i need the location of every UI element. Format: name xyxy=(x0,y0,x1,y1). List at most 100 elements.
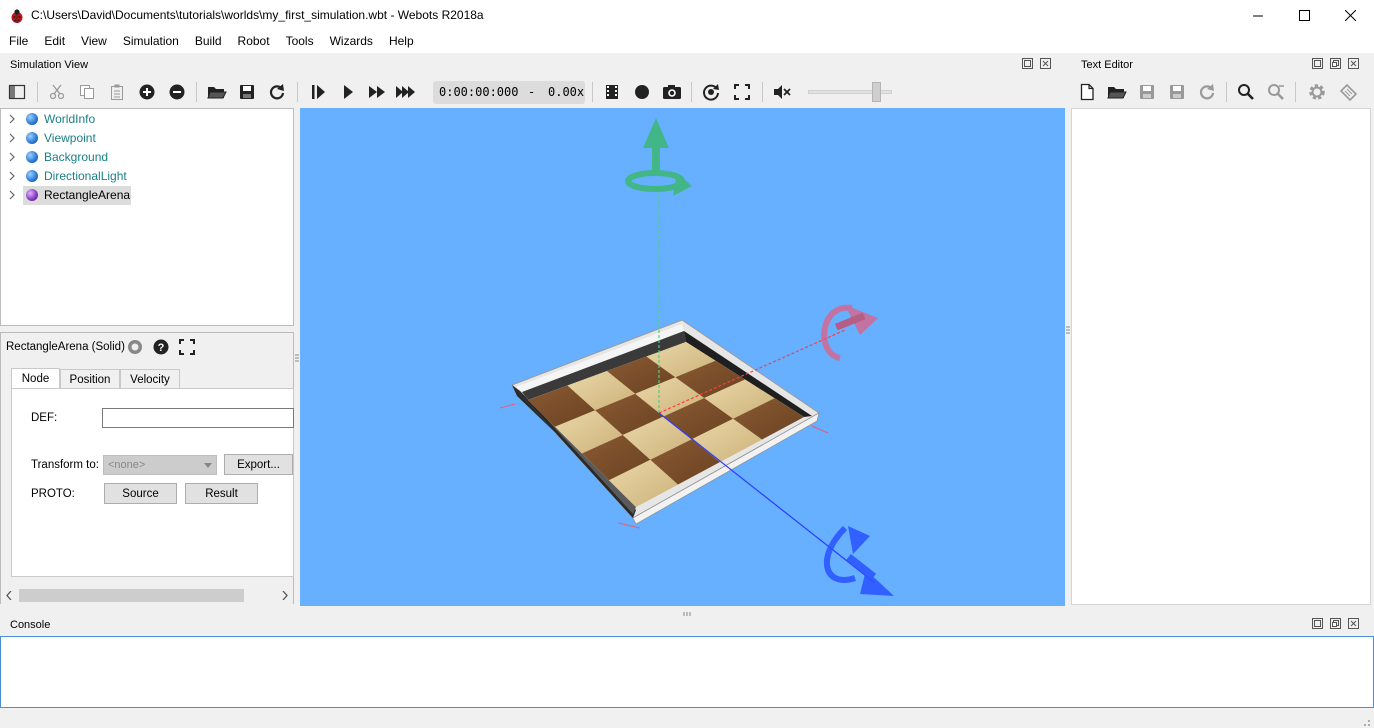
3d-view[interactable] xyxy=(300,108,1065,606)
horizontal-scrollbar[interactable] xyxy=(1,587,293,604)
close-icon xyxy=(1344,10,1356,21)
y-rotation-handle[interactable] xyxy=(625,118,692,196)
help-button[interactable]: ? xyxy=(152,338,170,356)
open-file-button[interactable] xyxy=(1106,81,1128,103)
chevron-left-icon[interactable] xyxy=(6,591,12,600)
run-fastest-button[interactable] xyxy=(395,81,417,103)
node-ball-icon xyxy=(26,170,38,182)
console-output[interactable] xyxy=(0,636,1374,708)
console-title: Console xyxy=(10,619,51,631)
undock-button[interactable] xyxy=(1330,58,1341,69)
close-dock-button[interactable] xyxy=(1348,58,1359,69)
toggle-scene-tree-icon xyxy=(8,84,26,100)
z-rotation-handle[interactable] xyxy=(824,525,894,596)
follow-object-icon xyxy=(703,84,719,101)
result-button[interactable]: Result xyxy=(185,483,258,504)
run-realtime-button[interactable] xyxy=(337,81,359,103)
maximize-button[interactable] xyxy=(1281,0,1327,31)
build-button[interactable] xyxy=(1306,81,1328,103)
3d-scene[interactable] xyxy=(300,108,1065,606)
menu-build[interactable]: Build xyxy=(186,31,229,53)
def-input[interactable] xyxy=(102,408,294,428)
resize-grip-icon[interactable] xyxy=(1360,716,1371,727)
help-icon: ? xyxy=(153,339,169,355)
menu-edit[interactable]: Edit xyxy=(35,31,72,53)
tree-item-directionallight[interactable]: DirectionalLight xyxy=(1,167,291,186)
run-fast-button[interactable] xyxy=(366,81,388,103)
volume-slider[interactable] xyxy=(808,82,892,102)
save-world-button[interactable] xyxy=(236,81,258,103)
node-ball-icon xyxy=(26,151,38,163)
reload-world-button[interactable] xyxy=(266,81,288,103)
new-file-button[interactable] xyxy=(1076,81,1098,103)
scrollbar-thumb[interactable] xyxy=(19,589,244,602)
open-world-button[interactable] xyxy=(206,81,228,103)
text-editor-area[interactable] xyxy=(1071,108,1371,605)
chevron-right-icon[interactable] xyxy=(7,171,17,181)
x-rotation-handle[interactable] xyxy=(821,304,878,361)
float-dock-button[interactable] xyxy=(1312,618,1323,629)
menu-tools[interactable]: Tools xyxy=(277,31,321,53)
mute-icon xyxy=(774,85,791,99)
minimize-button[interactable] xyxy=(1235,0,1281,31)
chevron-right-icon[interactable] xyxy=(7,133,17,143)
vertical-splitter-handle[interactable] xyxy=(1066,324,1070,334)
mute-button[interactable] xyxy=(771,81,793,103)
close-dock-button[interactable] xyxy=(1348,618,1359,629)
transform-select[interactable]: <none> xyxy=(103,455,217,475)
tab-velocity[interactable]: Velocity xyxy=(120,369,180,389)
record-movie-button[interactable] xyxy=(601,81,623,103)
vertical-splitter-handle[interactable] xyxy=(295,352,299,362)
remove-node-button[interactable] xyxy=(166,81,188,103)
screenshot-button[interactable] xyxy=(661,81,683,103)
menu-robot[interactable]: Robot xyxy=(229,31,277,53)
tree-item-rectanglearena[interactable]: RectangleArena xyxy=(1,186,291,205)
find-button[interactable] xyxy=(1235,81,1257,103)
save-file-button[interactable] xyxy=(1136,81,1158,103)
expand-button[interactable] xyxy=(178,338,196,356)
tab-position[interactable]: Position xyxy=(60,369,120,389)
save-as-button[interactable] xyxy=(1166,81,1188,103)
record-button[interactable] xyxy=(631,81,653,103)
menu-wizards[interactable]: Wizards xyxy=(321,31,380,53)
volume-slider-handle[interactable] xyxy=(872,82,881,102)
chevron-right-icon[interactable] xyxy=(282,591,288,600)
tree-item-viewpoint[interactable]: Viewpoint xyxy=(1,129,291,148)
tree-item-worldinfo[interactable]: WorldInfo xyxy=(1,110,291,129)
float-dock-button[interactable] xyxy=(1022,58,1033,69)
close-dock-button[interactable] xyxy=(1040,58,1051,69)
follow-object-button[interactable] xyxy=(700,81,722,103)
export-button[interactable]: Export... xyxy=(224,454,293,475)
close-icon xyxy=(1348,618,1359,629)
clean-button[interactable] xyxy=(1337,81,1359,103)
tab-node[interactable]: Node xyxy=(11,368,60,389)
revert-button[interactable] xyxy=(1196,81,1218,103)
menu-file[interactable]: File xyxy=(0,31,35,53)
float-dock-button[interactable] xyxy=(1312,58,1323,69)
add-node-button[interactable] xyxy=(136,81,158,103)
close-button[interactable] xyxy=(1327,0,1373,31)
step-button[interactable] xyxy=(307,81,329,103)
menu-view[interactable]: View xyxy=(72,31,114,53)
menu-help[interactable]: Help xyxy=(380,31,421,53)
cut-button[interactable] xyxy=(46,81,68,103)
splitter-handle[interactable] xyxy=(683,606,692,616)
scene-tree[interactable]: WorldInfo Viewpoint Background Direction… xyxy=(0,108,294,326)
copy-button[interactable] xyxy=(76,81,98,103)
fullscreen-button[interactable] xyxy=(731,81,753,103)
menu-bar: File Edit View Simulation Build Robot To… xyxy=(0,31,1374,53)
reset-button[interactable] xyxy=(126,338,144,356)
find-next-button[interactable] xyxy=(1265,81,1287,103)
source-button[interactable]: Source xyxy=(104,483,177,504)
rectangle-arena[interactable] xyxy=(511,319,820,525)
menu-simulation[interactable]: Simulation xyxy=(114,31,186,53)
toggle-scene-tree-button[interactable] xyxy=(6,81,28,103)
splitter-handle[interactable] xyxy=(143,326,152,336)
undock-button[interactable] xyxy=(1330,618,1341,629)
chevron-right-icon[interactable] xyxy=(7,152,17,162)
chevron-right-icon[interactable] xyxy=(7,114,17,124)
chevron-right-icon[interactable] xyxy=(7,190,17,200)
tree-item-background[interactable]: Background xyxy=(1,148,291,167)
paste-button[interactable] xyxy=(106,81,128,103)
transform-value: <none> xyxy=(108,459,146,471)
